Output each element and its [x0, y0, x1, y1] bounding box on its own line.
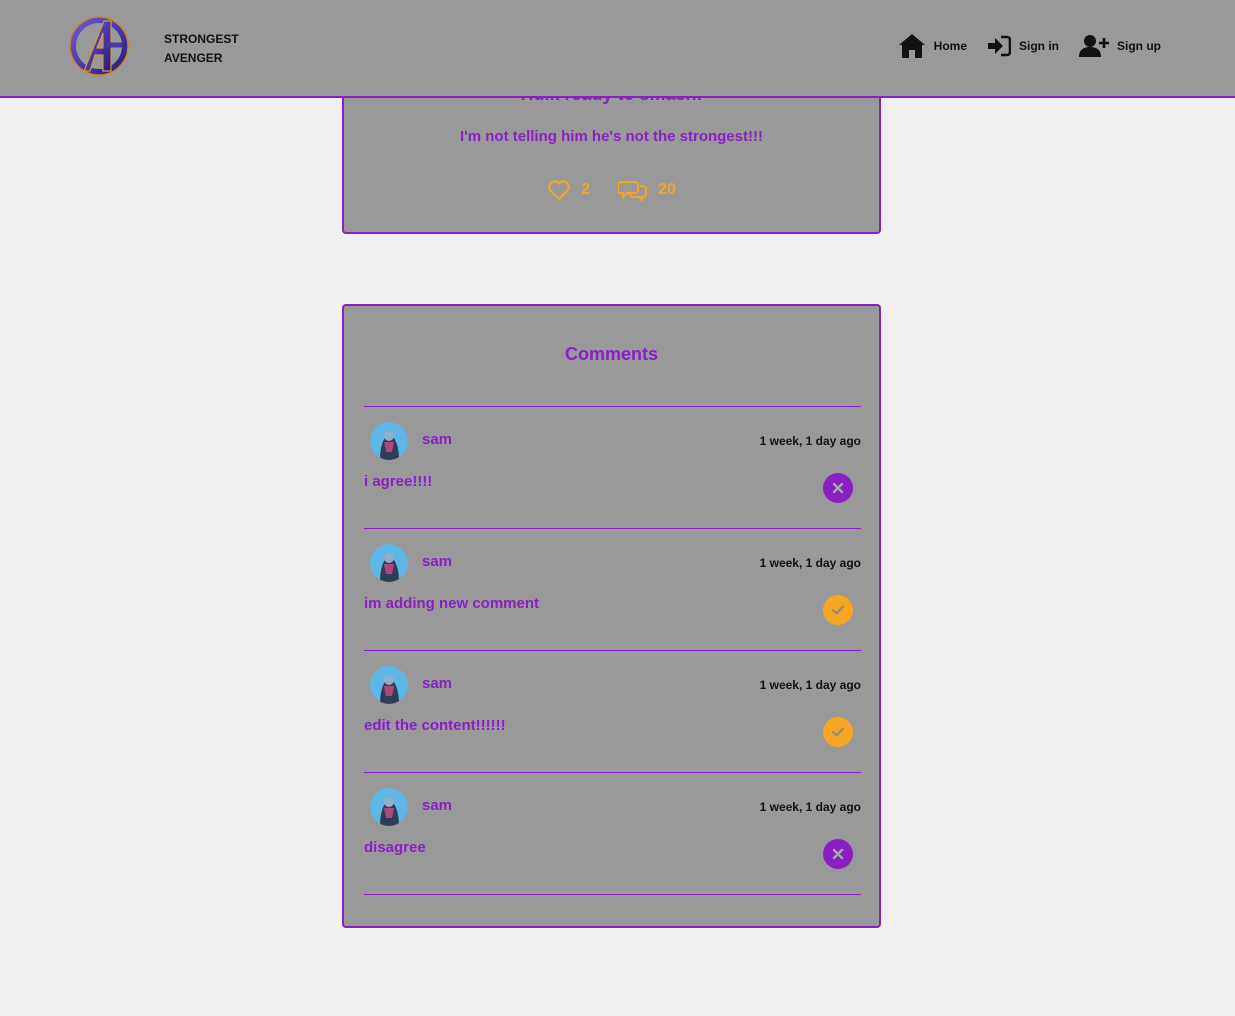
edit-comment-button[interactable] — [823, 717, 853, 747]
user-plus-icon — [1079, 35, 1109, 57]
comment-time: 1 week, 1 day ago — [759, 556, 861, 570]
comment-time: 1 week, 1 day ago — [759, 678, 861, 692]
close-icon — [832, 482, 844, 494]
comment-content: disagree — [364, 839, 426, 856]
nav-sign-up-link[interactable]: Sign up — [1079, 34, 1161, 58]
comment-author[interactable]: sam — [422, 431, 452, 448]
nav-home-label: Home — [933, 39, 967, 53]
brand-line-2: AVENGER — [164, 51, 223, 65]
avatar[interactable] — [370, 788, 408, 826]
edit-comment-button[interactable] — [823, 595, 853, 625]
comment-content: im adding new comment — [364, 595, 540, 612]
like-button[interactable]: 2 — [547, 179, 590, 201]
comments-button[interactable]: 20 — [618, 178, 676, 202]
comment-item: sam 1 week, 1 day ago i agree!!!! — [364, 406, 861, 528]
comment-author[interactable]: sam — [422, 553, 452, 570]
check-icon — [831, 727, 845, 737]
comments-card: Comments sam 1 week, 1 day ago i agree!!… — [342, 304, 881, 928]
close-icon — [832, 848, 844, 860]
comment-item: sam 1 week, 1 day ago disagree — [364, 772, 861, 894]
avatar[interactable] — [370, 666, 408, 704]
nav-sign-in-link[interactable]: Sign in — [987, 35, 1059, 57]
brand-name[interactable]: STRONGEST AVENGER — [164, 30, 239, 68]
comments-count: 20 — [658, 181, 676, 198]
comment-divider — [364, 894, 861, 1016]
comments-title: Comments — [564, 344, 658, 364]
comment-item: sam 1 week, 1 day ago im adding new comm… — [364, 528, 861, 650]
comment-content: i agree!!!! — [364, 473, 433, 490]
comment-time: 1 week, 1 day ago — [759, 434, 861, 448]
likes-count: 2 — [581, 181, 591, 198]
avengers-logo[interactable] — [66, 15, 132, 77]
nav-sign-up-label: Sign up — [1117, 39, 1161, 53]
comment-item: sam 1 week, 1 day ago edit the content!!… — [364, 650, 861, 772]
navbar: STRONGEST AVENGER Home Sign in Sign up — [0, 0, 1235, 98]
nav-home-link[interactable]: Home — [898, 33, 967, 59]
delete-comment-button[interactable] — [823, 473, 853, 503]
avatar[interactable] — [370, 422, 408, 460]
comments-icon — [618, 181, 648, 202]
sign-in-icon — [988, 35, 1011, 57]
home-icon — [898, 34, 925, 58]
avatar[interactable] — [370, 544, 408, 582]
heart-icon — [548, 180, 570, 200]
delete-comment-button[interactable] — [823, 839, 853, 869]
brand-line-1: STRONGEST — [164, 32, 239, 46]
comment-time: 1 week, 1 day ago — [759, 800, 861, 814]
nav-menu: Home Sign in Sign up — [878, 33, 1161, 59]
check-icon — [831, 605, 845, 615]
post-stats: 2 20 — [344, 178, 879, 202]
comment-author[interactable]: sam — [422, 675, 452, 692]
post-body: I'm not telling him he's not the stronge… — [460, 128, 763, 145]
comment-author[interactable]: sam — [422, 797, 452, 814]
comment-content: edit the content!!!!!! — [364, 717, 506, 734]
nav-sign-in-label: Sign in — [1019, 39, 1059, 53]
